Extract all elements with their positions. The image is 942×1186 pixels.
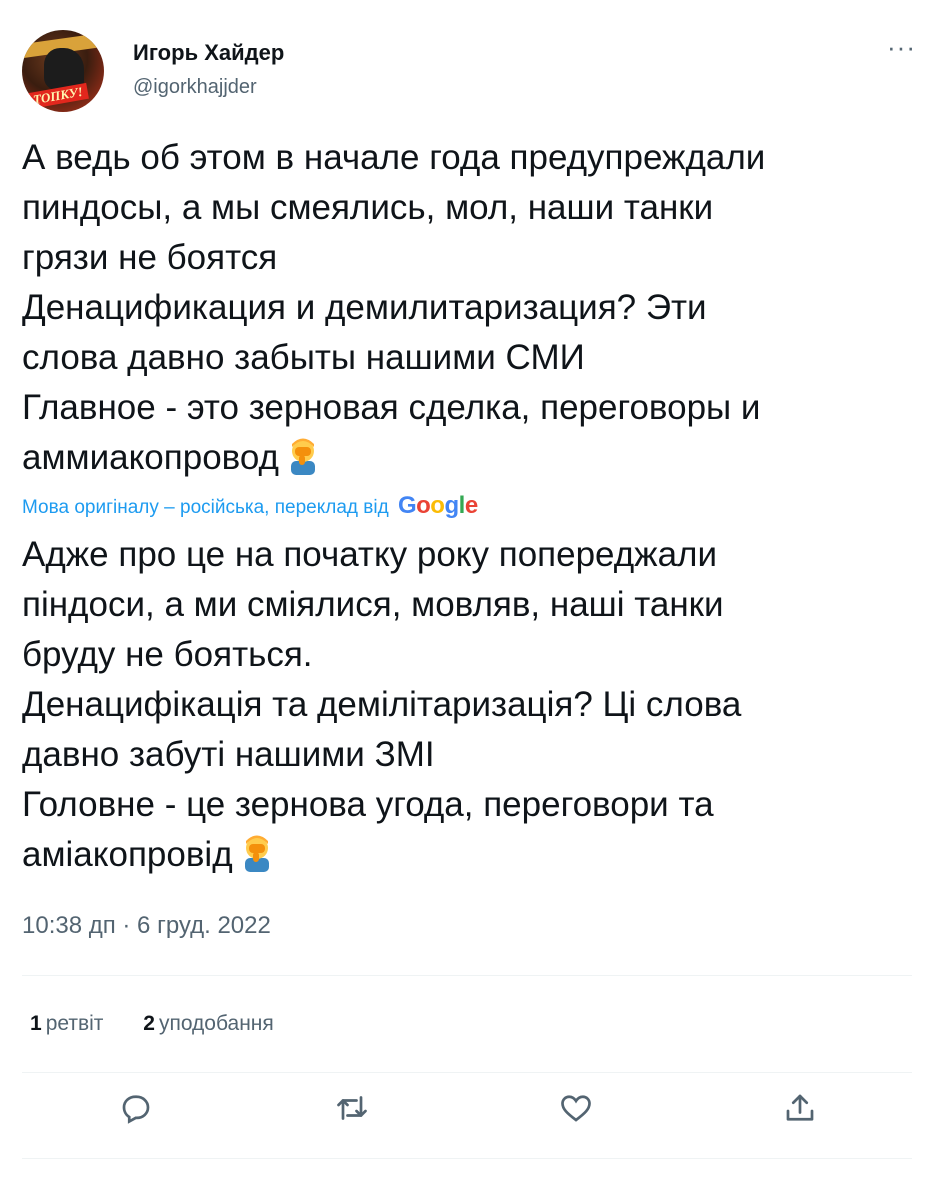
retweet-stat-label: ретвіт [45, 1012, 104, 1035]
retweet-count: 1 [30, 1012, 42, 1035]
facepalm-emoji-icon [244, 835, 269, 872]
tweet-stats: 1 ретвіт 2 уподобання [30, 1012, 308, 1036]
divider [22, 1158, 912, 1159]
reply-icon [122, 1095, 150, 1124]
tweet-original-text: А ведь об этом в начале года предупрежда… [22, 133, 922, 483]
avatar-stamp: ТОПКУ! [27, 82, 89, 110]
google-logo: Google [397, 492, 478, 519]
translation-note[interactable]: Мова оригіналу – російська, переклад від… [22, 492, 478, 520]
translation-note-text: Мова оригіналу – російська, переклад від [22, 497, 389, 518]
tweet-translated-text: Адже про це на початку року попереджали … [22, 530, 922, 880]
like-count: 2 [143, 1012, 155, 1035]
like-stat-label: уподобання [158, 1012, 274, 1035]
author-handle[interactable]: @igorkhajjder [133, 76, 257, 99]
more-options-icon[interactable]: ··· [887, 32, 916, 63]
like-icon [561, 1095, 591, 1122]
tweet-header: ТОПКУ! Игорь Хайдер @igorkhajjder ··· [22, 18, 922, 112]
tweet-timestamp[interactable]: 10:38 дп · 6 груд. 2022 [22, 912, 271, 940]
author-display-name[interactable]: Игорь Хайдер [133, 40, 284, 66]
original-text-body: А ведь об этом в начале года предупрежда… [22, 138, 766, 477]
facepalm-emoji-icon [290, 438, 315, 475]
retweet-icon [337, 1096, 367, 1120]
retweet-stat[interactable]: 1 ретвіт [30, 1012, 103, 1035]
divider [22, 975, 912, 976]
like-stat[interactable]: 2 уподобання [143, 1012, 274, 1035]
tweet-action-bar [0, 1090, 942, 1140]
translated-text-body: Адже про це на початку року попереджали … [22, 535, 742, 874]
share-icon [786, 1094, 814, 1121]
retweet-button[interactable] [334, 1090, 374, 1130]
divider [22, 1072, 912, 1073]
avatar[interactable]: ТОПКУ! [22, 30, 104, 112]
like-button[interactable] [558, 1090, 598, 1130]
reply-button[interactable] [118, 1090, 158, 1130]
share-button[interactable] [782, 1090, 822, 1130]
